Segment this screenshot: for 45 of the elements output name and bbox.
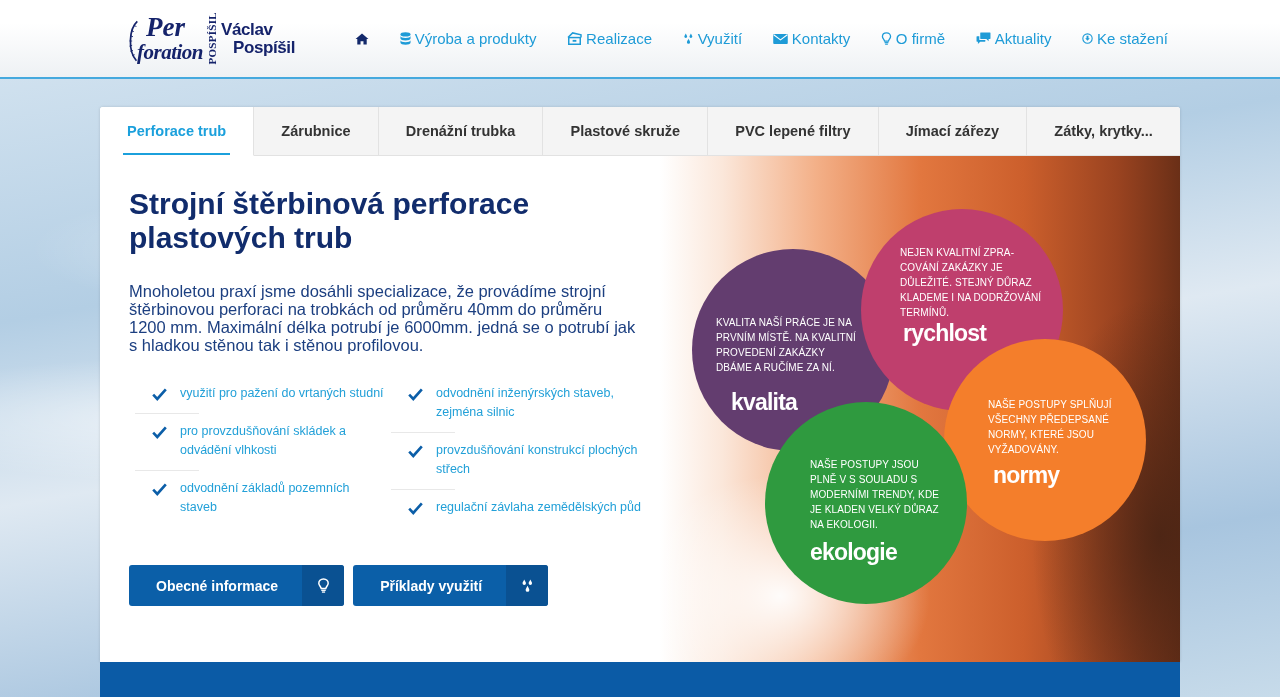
check-icon bbox=[152, 426, 167, 439]
check-icon bbox=[408, 502, 423, 515]
feature-text: odvodnění základů pozemních staveb bbox=[180, 480, 351, 516]
tab[interactable]: Zárubnice bbox=[254, 107, 379, 156]
water-drops-icon bbox=[682, 32, 694, 45]
building-icon bbox=[567, 32, 583, 45]
check-icon bbox=[408, 388, 423, 401]
lightbulb-icon bbox=[302, 565, 345, 606]
logo-vertical-text: POSPÍŠIL bbox=[206, 12, 218, 65]
page-heading: Strojní štěrbinová perforace plastových trub bbox=[129, 187, 531, 255]
envelope-icon bbox=[772, 33, 788, 44]
check-icon bbox=[152, 388, 167, 401]
logo-script-text: foration bbox=[137, 39, 203, 64]
company-name-text: Pospíšil bbox=[233, 38, 295, 57]
feature-text: regulační závlaha zemědělských půd bbox=[436, 499, 641, 516]
company-name-text: Václav bbox=[221, 20, 274, 39]
feature-text: provzdušňování konstrukcí plochých střech bbox=[436, 442, 639, 478]
home-icon[interactable] bbox=[355, 32, 369, 45]
intro-paragraph: Mnoholetou praxí jsme dosáhli specializace, že provádíme strojní štěrbinovou perforaci na trobkách od průměru 40mm do průměru 1200 mm. Maximální délka potrubí je 6000mm. jedná se o potrubí jak s hladkou stěnou tak i stěnou profilovou. bbox=[129, 282, 637, 354]
download-icon bbox=[1082, 32, 1094, 45]
tab[interactable]: Plastové skruže bbox=[543, 107, 709, 156]
highlight-title: rychlost bbox=[903, 320, 987, 346]
action-button[interactable]: Obecné informace bbox=[129, 565, 345, 606]
highlight-text: NAŠE POSTUPY SPLŇUJÍ VŠECHNY PŘEDEPSANÉ NORMY, KTERÉ JSOU VYŽADOVÁNY. bbox=[988, 397, 1112, 457]
tab[interactable]: Drenážní trubka bbox=[378, 107, 544, 156]
feature-text: pro provzdušňování skládek a odvádění vlhkosti bbox=[180, 423, 348, 459]
water-drops-icon bbox=[506, 565, 549, 606]
highlight-text: NEJEN KVALITNÍ ZPRA- COVÁNÍ ZAKÁZKY JE DŮLEŽITÉ. STEJNÝ DŮRAZ KLADEME I NA DODRŽOVÁNÍ TERMÍNŮ. bbox=[900, 245, 1042, 320]
highlight-title: normy bbox=[993, 462, 1060, 488]
highlight-text: KVALITA NAŠÍ PRÁCE JE NA PRVNÍM MÍSTĚ. NA KVALITNÍ PROVEDENÍ ZAKÁZKY DBÁME A RUČÍME ZA NÍ. bbox=[716, 315, 856, 375]
check-icon bbox=[152, 483, 167, 496]
check-icon bbox=[408, 445, 423, 458]
feature-text: odvodnění inženýrských staveb, zejména silnic bbox=[436, 385, 615, 421]
highlight-title: ekologie bbox=[810, 539, 897, 565]
lightbulb-icon bbox=[880, 32, 892, 45]
tab[interactable]: Jímací zářezy bbox=[878, 107, 1028, 156]
action-button[interactable]: Příklady využití bbox=[353, 565, 549, 606]
logo-script-text: Per bbox=[146, 13, 186, 40]
feature-text: využití pro pažení do vrtaných studní bbox=[180, 385, 385, 402]
highlight-title: kvalita bbox=[731, 389, 797, 415]
tab[interactable]: Zátky, krytky... bbox=[1027, 107, 1180, 156]
chat-bubbles-icon bbox=[975, 32, 991, 45]
highlight-text: NAŠE POSTUPY JSOU PLNĚ V S SOULADU S MODERNÍMI TRENDY, KDE JE KLADEN VELKÝ DŮRAZ NA EKOLOGII. bbox=[810, 457, 939, 532]
database-icon bbox=[399, 32, 411, 45]
tab[interactable]: PVC lepené filtry bbox=[708, 107, 879, 156]
